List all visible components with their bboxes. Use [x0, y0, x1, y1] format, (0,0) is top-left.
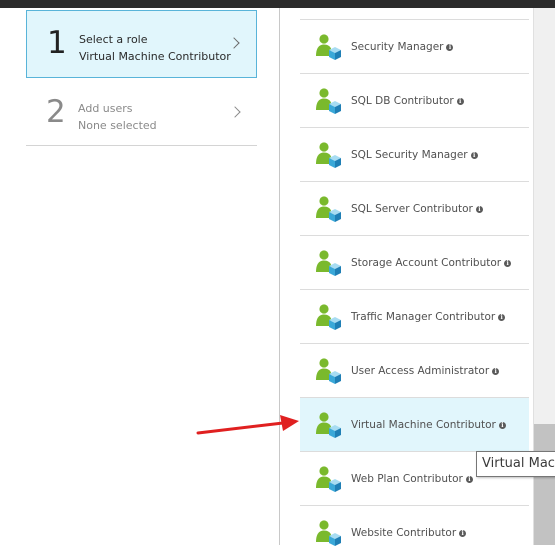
role-label: SQL Security Manager i: [351, 148, 478, 162]
role-label: SQL DB Contributor i: [351, 94, 464, 108]
user-role-icon: [315, 411, 343, 439]
step-selected-value: Virtual Machine Contributor: [79, 50, 231, 63]
role-item[interactable]: Security Manager i: [300, 19, 529, 73]
info-icon[interactable]: i: [498, 314, 506, 321]
role-name: Web Plan Contributor: [351, 473, 463, 485]
role-list: Security Manager i SQL DB Contributor i SQL …: [300, 19, 529, 559]
role-name: SQL Security Manager: [351, 149, 468, 161]
info-icon[interactable]: i: [504, 260, 512, 267]
role-tooltip: Virtual Mac: [476, 451, 555, 477]
role-item[interactable]: Traffic Manager Contributor i: [300, 289, 529, 343]
role-label: Website Contributor i: [351, 526, 467, 540]
step-title: Select a role: [79, 33, 148, 46]
step-add-users[interactable]: 2 Add users None selected: [26, 80, 257, 146]
role-label: SQL Server Contributor i: [351, 202, 483, 216]
role-name: User Access Administrator: [351, 365, 490, 377]
role-item[interactable]: SQL Security Manager i: [300, 127, 529, 181]
user-role-icon: [315, 249, 343, 277]
role-item[interactable]: Website Contributor i: [300, 505, 529, 559]
role-name: Website Contributor: [351, 527, 457, 539]
info-icon[interactable]: i: [446, 44, 454, 51]
info-icon[interactable]: i: [492, 368, 500, 375]
top-bar: [0, 0, 555, 8]
role-name: Storage Account Contributor: [351, 257, 502, 269]
info-icon[interactable]: i: [475, 206, 483, 213]
user-role-icon: [315, 33, 343, 61]
role-name: Traffic Manager Contributor: [351, 311, 496, 323]
role-label: Security Manager i: [351, 40, 454, 54]
role-label: Web Plan Contributor i: [351, 472, 473, 486]
user-role-icon: [315, 303, 343, 331]
step-title: Add users: [78, 102, 133, 115]
user-role-icon: [315, 195, 343, 223]
info-icon[interactable]: i: [459, 530, 467, 537]
step-select-role[interactable]: 1 Select a role Virtual Machine Contribu…: [26, 10, 257, 78]
role-name: SQL Server Contributor: [351, 203, 473, 215]
chevron-right-icon: [228, 37, 240, 49]
role-name: SQL DB Contributor: [351, 95, 454, 107]
role-item[interactable]: SQL DB Contributor i: [300, 73, 529, 127]
role-name: Security Manager: [351, 41, 444, 53]
red-arrow-annotation: [196, 415, 299, 435]
user-role-icon: [315, 519, 343, 547]
info-icon[interactable]: i: [470, 152, 478, 159]
role-name: Virtual Machine Contributor: [351, 419, 496, 431]
user-role-icon: [315, 141, 343, 169]
role-label: Virtual Machine Contributor i: [351, 418, 506, 432]
step-number: 1: [47, 25, 67, 61]
role-label: Storage Account Contributor i: [351, 256, 512, 270]
role-label: User Access Administrator i: [351, 364, 500, 378]
info-icon[interactable]: i: [456, 98, 464, 105]
user-role-icon: [315, 465, 343, 493]
info-icon[interactable]: i: [465, 476, 473, 483]
step-selected-value: None selected: [78, 119, 157, 132]
user-role-icon: [315, 87, 343, 115]
chevron-right-icon: [229, 106, 241, 118]
role-item[interactable]: Storage Account Contributor i: [300, 235, 529, 289]
scrollbar-thumb[interactable]: [534, 424, 555, 545]
user-role-icon: [315, 357, 343, 385]
role-item[interactable]: SQL Server Contributor i: [300, 181, 529, 235]
role-label: Traffic Manager Contributor i: [351, 310, 506, 324]
step-number: 2: [46, 94, 66, 130]
wizard-steps-pane: 1 Select a role Virtual Machine Contribu…: [0, 8, 280, 545]
info-icon[interactable]: i: [498, 422, 506, 429]
role-item[interactable]: User Access Administrator i: [300, 343, 529, 397]
role-item[interactable]: Virtual Machine Contributor i: [300, 397, 529, 451]
